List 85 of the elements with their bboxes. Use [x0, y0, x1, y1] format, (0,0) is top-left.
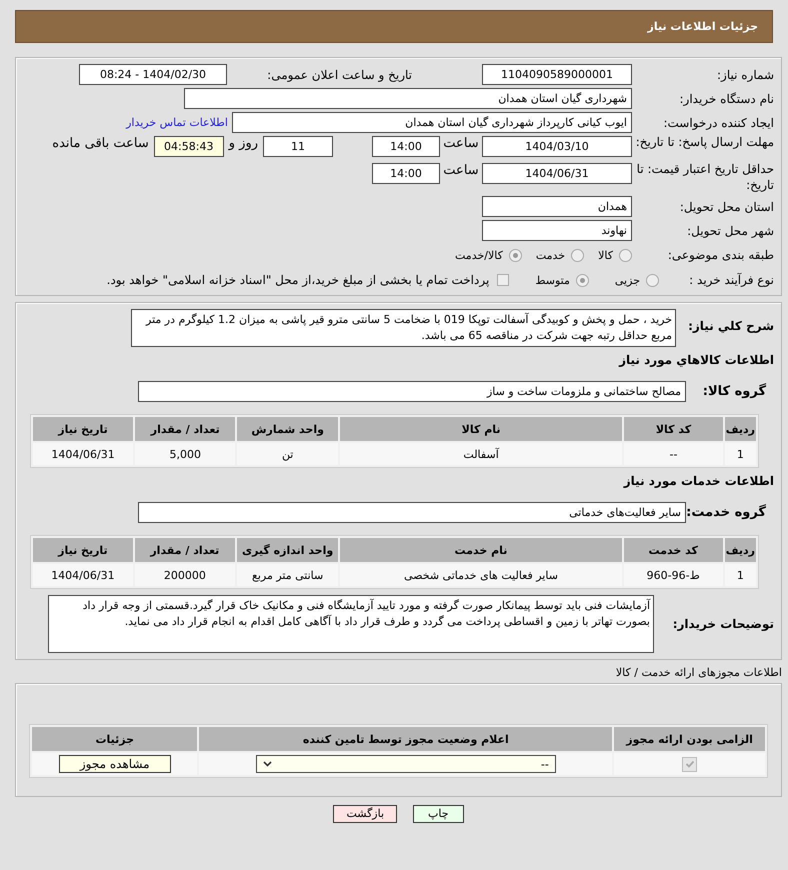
view-license-button[interactable]: مشاهده مجوز	[58, 755, 171, 773]
buyer-notes-field[interactable]: آزمایشات فنی باید توسط پیمانکار صورت گرفته و مورد تایید آزمایشگاه فنی و مکانیک خاک قرار گیرد.قسمتی از وجه قرار داد بصورت تهاتر با زمین و اقساطی پرداخت می گردد و طرف قرار داد با آگاهی کامل اقدام به انجام قرار داد می نماید.	[48, 595, 654, 653]
section-title: اطلاعات مجوزهای ارائه خدمت / کالا	[614, 666, 782, 679]
table-cell: 1	[724, 564, 756, 586]
table-cell: 1404/06/31	[33, 443, 134, 465]
announce-date-field: 1404/02/30 - 08:24	[79, 64, 227, 85]
field-label: شهر محل تحویل:	[686, 224, 774, 238]
table-cell: 1404/06/31	[33, 564, 133, 586]
column-header: کد کالا	[624, 417, 723, 441]
field-label: شرح کلي نياز:	[687, 319, 774, 333]
check-icon	[684, 759, 695, 769]
status-dropdown[interactable]: --	[256, 755, 556, 773]
table-cell: 200000	[134, 564, 235, 586]
time-label: ساعت	[442, 136, 480, 151]
column-header: ردیف	[724, 538, 756, 562]
field-label: مهلت ارسال پاسخ: تا تاریخ:	[634, 134, 774, 150]
field-label: استان محل تحویل:	[678, 200, 774, 214]
field-label: گروه کالا:	[702, 384, 767, 399]
radio-button[interactable]	[508, 248, 522, 262]
radio-label: خدمت	[536, 248, 566, 262]
chevron-down-icon	[262, 761, 272, 767]
checkbox[interactable]	[682, 756, 698, 772]
table-cell: --	[624, 443, 723, 465]
column-header: تاریخ نیاز	[33, 417, 134, 441]
days-label: روز و	[228, 136, 258, 151]
field-label: حداقل تاریخ اعتبار قیمت: تا تاریخ:	[636, 161, 774, 193]
column-header: کد خدمت	[624, 538, 723, 562]
column-header: تعداد / مقدار	[135, 417, 236, 441]
column-header: اعلام وضعیت مجوز توسط تامین کننده	[199, 727, 612, 751]
remaining-label: ساعت باقی مانده	[52, 136, 149, 151]
column-header: جزئیات	[32, 727, 198, 751]
deadline-time-field: 14:00	[372, 136, 440, 157]
field-label: گروه خدمت:	[686, 505, 767, 520]
field-label: نوع فرآیند خرید :	[688, 273, 774, 287]
column-header: تاریخ نیاز	[33, 538, 133, 562]
field-label: نام دستگاه خریدار:	[678, 92, 774, 106]
description-field[interactable]: خرید ، حمل و پخش و کوبیدگی آسفالت توپکا 019 با ضخامت 5 سانتی مترو قیر پاشی به میزان 1.2 کیلوگرم در متر مربع حداقل رتبه جهت شرکت در مناقصه 65 می باشد.	[131, 309, 676, 347]
table-cell: سانتی متر مربع	[236, 564, 338, 586]
field-label: ایجاد کننده درخواست:	[662, 116, 774, 130]
province-field: همدان	[482, 196, 632, 217]
table-cell: آسفالت	[340, 443, 622, 465]
column-header: نام کالا	[340, 417, 622, 441]
section-title: اطلاعات کالاهاي مورد نياز	[618, 353, 774, 367]
field-label: تاریخ و ساعت اعلان عمومی:	[266, 68, 413, 82]
remaining-time-field: 04:58:43	[154, 136, 224, 157]
radio-button[interactable]	[576, 274, 589, 286]
table-cell: 5,000	[135, 443, 236, 465]
validity-time-field: 14:00	[372, 163, 440, 184]
field-label: طبقه بندی موضوعی:	[666, 248, 774, 262]
back-button[interactable]: بازگشت	[333, 805, 398, 823]
column-header: واحد اندازه گیری	[236, 538, 338, 562]
radio-label: کالا/خدمت	[455, 248, 503, 262]
field-label: توضیحات خریدار:	[672, 617, 774, 631]
city-field: نهاوند	[482, 220, 632, 241]
page-header: جزئیات اطلاعات نیاز	[15, 10, 773, 43]
table-cell: 1	[724, 443, 756, 465]
need-number-field: 1104090589000001	[482, 64, 632, 85]
requester-field: ایوب کیانی کارپرداز شهرداری گیان استان همدان	[232, 112, 632, 133]
checkbox-label: پرداخت تمام یا بخشی از مبلغ خرید،از محل "اسناد خزانه اسلامی" خواهد بود.	[106, 273, 490, 287]
radio-label: کالا	[598, 248, 613, 262]
column-header: ردیف	[724, 417, 756, 441]
field-label: شماره نیاز:	[716, 68, 774, 82]
service-group-field: سایر فعالیت‌های خدماتی	[138, 502, 686, 523]
table-cell: سایر فعالیت های خدماتی شخصی	[340, 564, 622, 586]
table-cell: تن	[237, 443, 338, 465]
table-cell: ط-96-960	[624, 564, 723, 586]
checkbox[interactable]	[497, 274, 510, 286]
column-header: الزامی بودن ارائه مجوز	[614, 727, 765, 751]
radio-button[interactable]	[571, 248, 584, 262]
radio-label: جزیی	[614, 274, 640, 286]
buyer-name-field: شهرداری گیان استان همدان	[184, 88, 632, 109]
goods-group-field: مصالح ساختمانی و ملزومات ساخت و ساز	[138, 381, 686, 402]
column-header: واحد شمارش	[237, 417, 338, 441]
radio-button[interactable]	[646, 274, 659, 286]
validity-date-field: 1404/06/31	[482, 163, 632, 184]
section-title: اطلاعات خدمات مورد نياز	[622, 474, 774, 488]
column-header: نام خدمت	[340, 538, 622, 562]
radio-label: متوسط	[535, 274, 570, 286]
buyer-contact-link[interactable]: اطلاعات تماس خریدار	[126, 116, 228, 129]
time-label: ساعت	[442, 163, 480, 178]
deadline-date-field: 1404/03/10	[482, 136, 632, 157]
radio-button[interactable]	[619, 248, 632, 262]
print-button[interactable]: چاپ	[413, 805, 464, 823]
days-field: 11	[263, 136, 333, 157]
column-header: تعداد / مقدار	[134, 538, 235, 562]
